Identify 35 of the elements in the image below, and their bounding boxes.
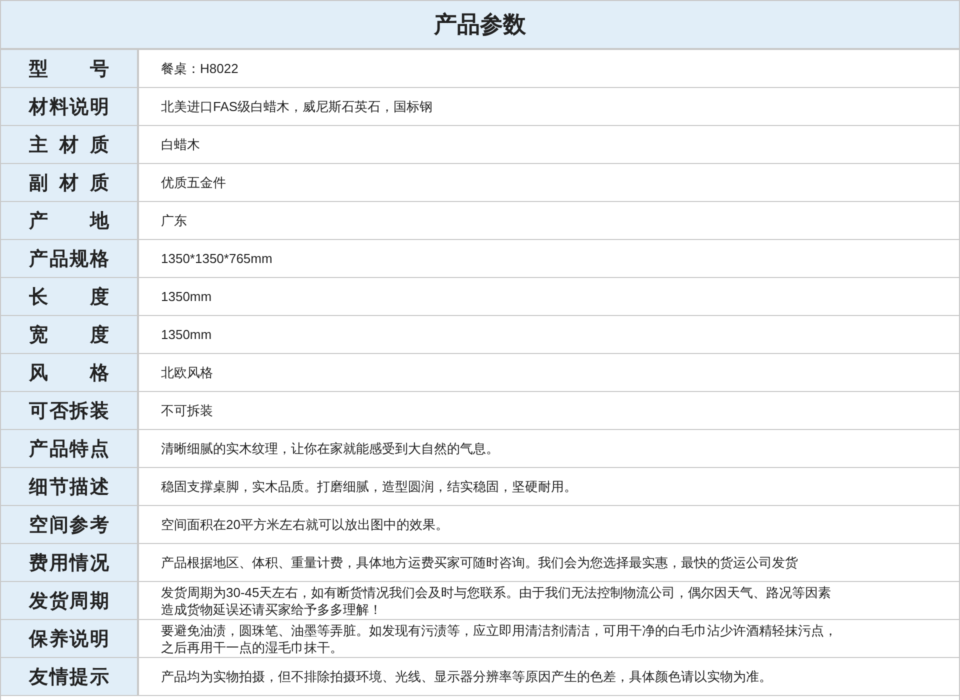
row-value: 优质五金件 — [161, 174, 226, 191]
row-label: 型号 — [29, 58, 109, 82]
row-label: 保养说明 — [29, 628, 109, 652]
row-label: 费用情况 — [29, 552, 109, 576]
row-label: 风格 — [29, 362, 109, 386]
row-value: 空间面积在20平方米左右就可以放出图中的效果。 — [161, 516, 448, 533]
row-label: 细节描述 — [29, 476, 109, 500]
row-label: 主材质 — [29, 134, 109, 158]
row-label: 材料说明 — [29, 96, 109, 120]
row-label: 发货周期 — [29, 590, 109, 614]
row-label: 长度 — [29, 286, 109, 310]
row-label: 副材质 — [29, 172, 109, 196]
row-value: 不可拆装 — [161, 402, 213, 419]
row-label: 产品规格 — [29, 248, 109, 272]
row-value: 1350*1350*765mm — [161, 250, 272, 267]
row-value: 1350mm — [161, 326, 212, 343]
row-label: 可否拆装 — [29, 400, 109, 424]
row-value: 稳固支撑桌脚，实木品质。打磨细腻，造型圆润，结实稳固，坚硬耐用。 — [161, 478, 577, 495]
row-value: 广东 — [161, 212, 187, 229]
table-title: 产品参数 — [434, 10, 526, 39]
row-value: 产品根据地区、体积、重量计费，具体地方运费买家可随时咨询。我们会为您选择最实惠，最快的货运公司发货 — [161, 554, 798, 571]
row-value: 产品均为实物拍摄，但不排除拍摄环境、光线、显示器分辨率等原因产生的色差，具体颜色请以实物为准。 — [161, 668, 772, 685]
row-value: 北美进口FAS级白蜡木，威尼斯石英石，国标钢 — [161, 98, 433, 115]
row-value: 餐桌：H8022 — [161, 60, 238, 77]
row-value: 要避免油渍，圆珠笔、油墨等弄脏。如发现有污渍等，应立即用清洁剂清洁，可用干净的白毛巾沾少许酒精轻抹污点， 之后再用干一点的湿毛巾抹干。 — [161, 622, 837, 656]
row-label: 产品特点 — [29, 438, 109, 462]
row-value: 清晰细腻的实木纹理，让你在家就能感受到大自然的气息。 — [161, 440, 499, 457]
row-value: 白蜡木 — [161, 136, 200, 153]
row-label: 宽度 — [29, 324, 109, 348]
row-value: 1350mm — [161, 288, 212, 305]
row-label: 友情提示 — [29, 666, 109, 690]
row-value: 发货周期为30-45天左右，如有断货情况我们会及时与您联系。由于我们无法控制物流公司，偶尔因天气、路况等因素 造成货物延误还请买家给予多多理解！ — [161, 584, 832, 618]
row-label: 空间参考 — [29, 514, 109, 538]
row-label: 产地 — [29, 210, 109, 234]
row-value: 北欧风格 — [161, 364, 213, 381]
